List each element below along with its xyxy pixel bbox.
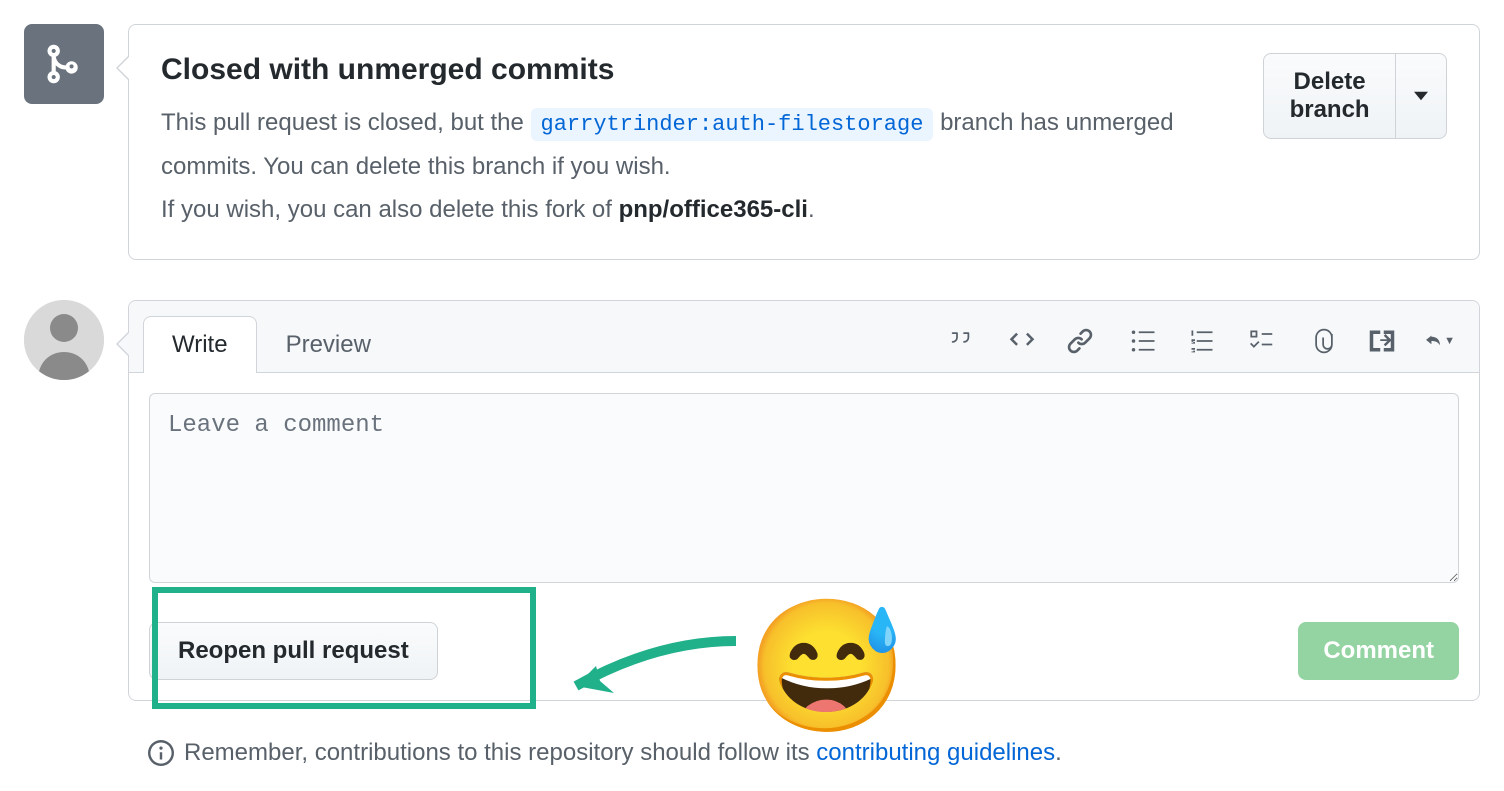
comment-button[interactable]: Comment: [1298, 622, 1459, 680]
comment-row: Write Preview: [24, 300, 1480, 701]
attach-icon[interactable]: [1309, 326, 1339, 356]
comment-tabbar: Write Preview: [129, 301, 1479, 373]
avatar-icon: [24, 300, 104, 380]
delete-branch-caret-button[interactable]: [1396, 53, 1447, 139]
reply-icon[interactable]: ▼: [1425, 326, 1455, 356]
merge-text-3: If you wish, you can also delete this fo…: [161, 196, 619, 223]
tab-preview[interactable]: Preview: [257, 316, 400, 373]
info-icon: [148, 740, 174, 766]
merge-status-row: Closed with unmerged commits This pull r…: [24, 24, 1480, 260]
caret-down-icon: [1414, 91, 1428, 101]
git-merge-icon: [42, 42, 86, 86]
contributing-link[interactable]: contributing guidelines: [816, 739, 1055, 766]
merge-actions: Delete branch: [1263, 53, 1447, 139]
ordered-list-icon[interactable]: [1187, 326, 1217, 356]
footer-note: Remember, contributions to this reposito…: [148, 739, 1480, 767]
task-list-icon[interactable]: [1245, 326, 1275, 356]
tab-write[interactable]: Write: [143, 316, 257, 373]
branch-tag[interactable]: garrytrinder:auth-filestorage: [531, 108, 934, 141]
delete-branch-button[interactable]: Delete branch: [1263, 53, 1396, 139]
footer-text-1: Remember, contributions to this reposito…: [184, 739, 816, 766]
merge-status-icon: [24, 24, 104, 104]
comment-input[interactable]: [149, 393, 1459, 583]
fork-repo: pnp/office365-cli: [619, 196, 808, 223]
unordered-list-icon[interactable]: [1129, 326, 1159, 356]
cross-reference-icon[interactable]: [1367, 326, 1397, 356]
link-icon[interactable]: [1065, 326, 1095, 356]
merge-text-1: This pull request is closed, but the: [161, 109, 531, 136]
merge-box: Closed with unmerged commits This pull r…: [128, 24, 1480, 260]
merge-title: Closed with unmerged commits: [161, 53, 1243, 87]
code-icon[interactable]: [1007, 326, 1037, 356]
avatar[interactable]: [24, 300, 104, 380]
comment-box: Write Preview: [128, 300, 1480, 701]
md-toolbar: ▼: [949, 326, 1465, 372]
footer-text-2: .: [1055, 739, 1062, 766]
merge-text-4: .: [808, 196, 815, 223]
quote-icon[interactable]: [949, 326, 979, 356]
reopen-pr-button[interactable]: Reopen pull request: [149, 622, 438, 680]
